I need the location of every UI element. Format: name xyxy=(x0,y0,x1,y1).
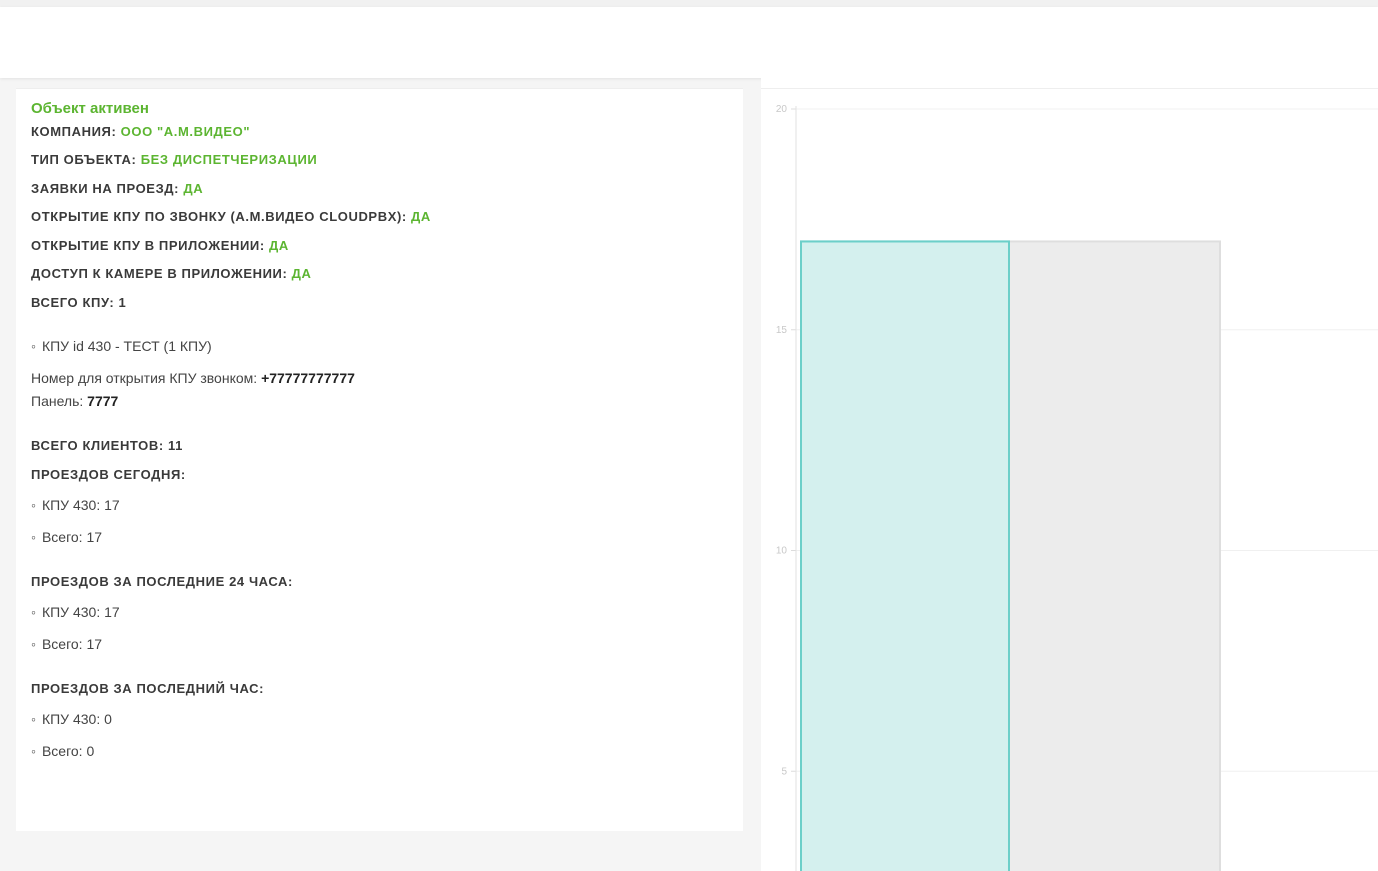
app-open-row: ОТКРЫТИЕ КПУ В ПРИЛОЖЕНИИ: ДА xyxy=(31,238,289,253)
object-info-panel: Объект активен КОМПАНИЯ: ООО "А.М.ВИДЕО"… xyxy=(16,88,743,831)
kpu-total: ВСЕГО КПУ: 1 xyxy=(31,295,127,310)
object-type-label: ТИП ОБЪЕКТА: xyxy=(31,152,137,167)
top-strip xyxy=(0,0,1378,7)
requests-label: ЗАЯВКИ НА ПРОЕЗД: xyxy=(31,181,180,196)
panel-row: Панель: 7777 xyxy=(31,393,118,409)
bar-kpu-430 xyxy=(800,240,1010,871)
today-title: ПРОЕЗДОВ СЕГОДНЯ: xyxy=(31,467,186,482)
call-open-row: ОТКРЫТИЕ КПУ ПО ЗВОНКУ (А.М.ВИДЕО CLOUDP… xyxy=(31,209,431,224)
today-kpu: КПУ 430: 17 xyxy=(31,497,120,513)
company-row: КОМПАНИЯ: ООО "А.М.ВИДЕО" xyxy=(31,124,250,139)
clients-total: ВСЕГО КЛИЕНТОВ: 11 xyxy=(31,438,183,453)
requests-row: ЗАЯВКИ НА ПРОЕЗД: ДА xyxy=(31,181,203,196)
y-tick-label: 10 xyxy=(776,546,788,557)
camera-label: ДОСТУП К КАМЕРЕ В ПРИЛОЖЕНИИ: xyxy=(31,266,288,281)
camera-value: ДА xyxy=(291,266,312,281)
app-open-label: ОТКРЫТИЕ КПУ В ПРИЛОЖЕНИИ: xyxy=(31,238,265,253)
phone-value: +77777777777 xyxy=(261,370,355,386)
camera-row: ДОСТУП К КАМЕРЕ В ПРИЛОЖЕНИИ: ДА xyxy=(31,266,311,281)
chart-panel: 20 15 10 5 xyxy=(761,78,1378,871)
y-tick-label: 5 xyxy=(781,766,787,777)
last24-total: Всего: 17 xyxy=(31,636,102,652)
call-open-label: ОТКРЫТИЕ КПУ ПО ЗВОНКУ (А.М.ВИДЕО CLOUDP… xyxy=(31,209,407,224)
last24-title: ПРОЕЗДОВ ЗА ПОСЛЕДНИЕ 24 ЧАСА: xyxy=(31,574,293,589)
object-type-row: ТИП ОБЪЕКТА: БЕЗ ДИСПЕТЧЕРИЗАЦИИ xyxy=(31,152,317,167)
bar-total xyxy=(1008,240,1221,871)
call-open-value: ДА xyxy=(411,209,431,224)
panel-value: 7777 xyxy=(87,393,119,409)
last24-kpu: КПУ 430: 17 xyxy=(31,604,120,620)
passes-chart: 20 15 10 5 xyxy=(776,104,1378,871)
last-hour-total: Всего: 0 xyxy=(31,743,94,759)
object-type-value: БЕЗ ДИСПЕТЧЕРИЗАЦИИ xyxy=(140,152,318,167)
object-status: Объект активен xyxy=(31,100,149,117)
phone-label: Номер для открытия КПУ звонком: xyxy=(31,370,258,386)
company-label: КОМПАНИЯ: xyxy=(31,124,117,139)
phone-row: Номер для открытия КПУ звонком: +7777777… xyxy=(31,370,355,386)
kpu-list-item: КПУ id 430 - ТЕСТ (1 КПУ) xyxy=(31,338,212,354)
last-hour-title: ПРОЕЗДОВ ЗА ПОСЛЕДНИЙ ЧАС: xyxy=(31,681,265,696)
y-tick-label: 20 xyxy=(776,104,788,115)
header-bar xyxy=(0,7,1378,78)
app-open-value: ДА xyxy=(269,238,289,253)
today-total: Всего: 17 xyxy=(31,529,102,545)
last-hour-kpu: КПУ 430: 0 xyxy=(31,711,112,727)
company-value: ООО "А.М.ВИДЕО" xyxy=(120,124,251,139)
requests-value: ДА xyxy=(183,181,204,196)
panel-label: Панель: xyxy=(31,393,84,409)
y-tick-label: 15 xyxy=(776,325,788,336)
